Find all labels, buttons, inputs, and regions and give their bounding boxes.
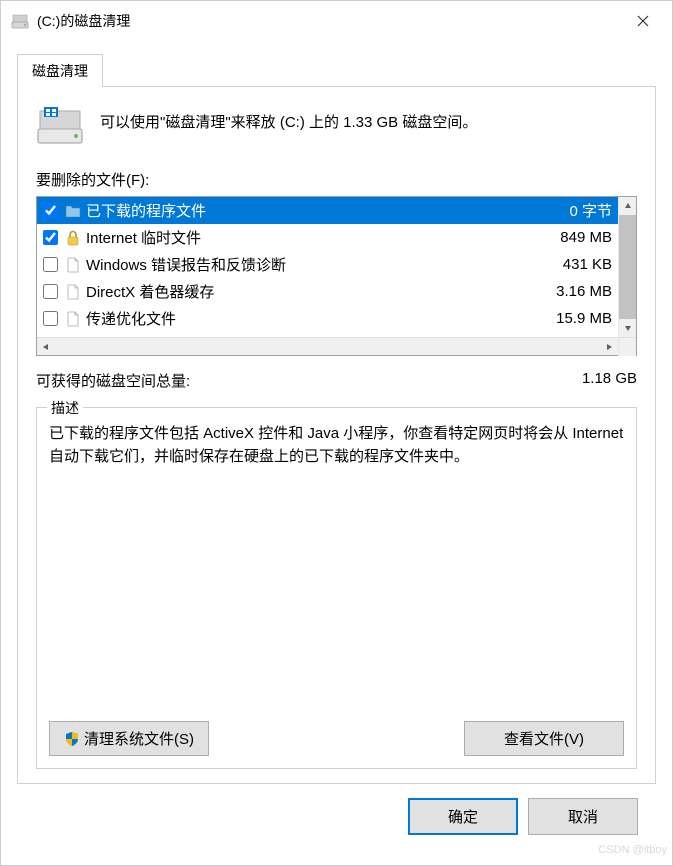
description-groupbox: 描述 已下载的程序文件包括 ActiveX 控件和 Java 小程序，你查看特定… [36,407,637,769]
file-name: Windows 错误报告和反馈诊断 [86,254,559,275]
file-icon [64,310,82,328]
scroll-corner [618,338,636,356]
scroll-thumb-v[interactable] [619,215,636,319]
tab-panel: 可以使用"磁盘清理"来释放 (C:) 上的 1.33 GB 磁盘空间。 要删除的… [17,87,656,784]
ok-button[interactable]: 确定 [408,798,518,835]
file-name: Internet 临时文件 [86,227,556,248]
file-row[interactable]: Windows 错误报告和反馈诊断431 KB [37,251,618,278]
drive-large-icon [36,105,84,147]
clean-system-files-button[interactable]: 清理系统文件(S) [49,721,209,756]
file-list-rows: 已下载的程序文件0 字节Internet 临时文件849 MBWindows 错… [37,197,618,337]
total-label: 可获得的磁盘空间总量: [36,370,190,391]
close-button[interactable] [622,6,664,36]
shield-icon [64,731,80,747]
scroll-right-icon[interactable] [600,338,618,356]
file-checkbox[interactable] [43,230,58,245]
cancel-button[interactable]: 取消 [528,798,638,835]
file-row[interactable]: DirectX 着色器缓存3.16 MB [37,278,618,305]
lock-icon [64,229,82,247]
window-title: (C:)的磁盘清理 [37,11,622,31]
file-name: 已下载的程序文件 [86,200,565,221]
titlebar: (C:)的磁盘清理 [1,1,672,41]
scroll-up-icon[interactable] [619,197,637,215]
dialog-footer: 确定 取消 [17,784,656,853]
file-size: 3.16 MB [556,283,614,300]
tab-disk-cleanup[interactable]: 磁盘清理 [17,54,103,87]
file-icon [64,256,82,274]
description-text: 已下载的程序文件包括 ActiveX 控件和 Java 小程序，你查看特定网页时… [49,422,624,469]
view-files-label: 查看文件(V) [504,728,584,749]
file-checkbox[interactable] [43,311,58,326]
file-size: 849 MB [560,229,614,246]
scroll-left-icon[interactable] [37,338,55,356]
scroll-down-icon[interactable] [619,319,637,337]
vertical-scrollbar[interactable] [618,197,636,337]
file-size: 0 字节 [569,200,614,221]
file-checkbox[interactable] [43,257,58,272]
file-name: DirectX 着色器缓存 [86,281,552,302]
files-label: 要删除的文件(F): [36,169,637,190]
file-size: 431 KB [563,256,614,273]
description-legend: 描述 [47,398,83,418]
file-name: 传递优化文件 [86,308,552,329]
horizontal-scrollbar[interactable] [37,337,636,355]
close-icon [637,15,649,27]
file-icon [64,283,82,301]
file-checkbox[interactable] [43,284,58,299]
view-files-button[interactable]: 查看文件(V) [464,721,624,756]
drive-small-icon [11,12,29,30]
file-list: 已下载的程序文件0 字节Internet 临时文件849 MBWindows 错… [36,196,637,356]
description-buttons: 清理系统文件(S) 查看文件(V) [49,709,624,756]
total-value: 1.18 GB [582,370,637,391]
file-row[interactable]: 传递优化文件15.9 MB [37,305,618,332]
intro-row: 可以使用"磁盘清理"来释放 (C:) 上的 1.33 GB 磁盘空间。 [36,105,637,147]
file-row[interactable]: 已下载的程序文件0 字节 [37,197,618,224]
total-row: 可获得的磁盘空间总量: 1.18 GB [36,370,637,391]
file-size: 15.9 MB [556,310,614,327]
folder-icon [64,202,82,220]
clean-system-label: 清理系统文件(S) [84,728,194,749]
tab-bar: 磁盘清理 [17,53,656,87]
intro-text: 可以使用"磁盘清理"来释放 (C:) 上的 1.33 GB 磁盘空间。 [100,105,477,132]
file-checkbox[interactable] [43,203,58,218]
file-row[interactable]: Internet 临时文件849 MB [37,224,618,251]
content-area: 磁盘清理 可以使用"磁盘清理"来释放 [1,41,672,865]
dialog-window: (C:)的磁盘清理 磁盘清理 [0,0,673,866]
